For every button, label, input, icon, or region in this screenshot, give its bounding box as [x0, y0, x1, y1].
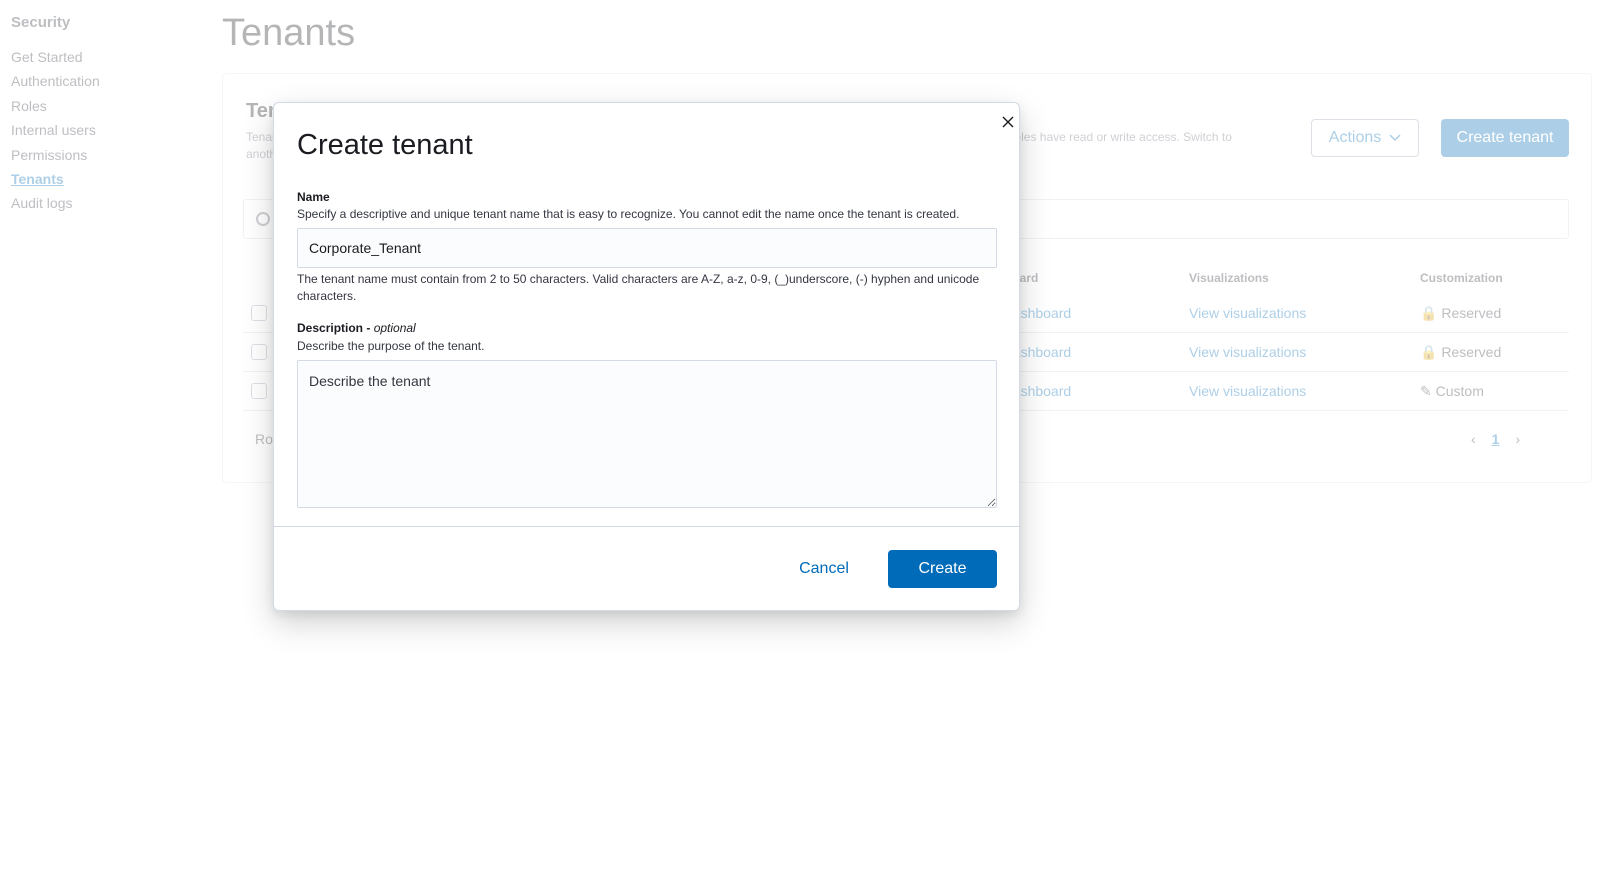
column-header-visualizations[interactable]: Visualizations [1189, 271, 1269, 285]
row-checkbox[interactable] [251, 305, 267, 321]
sidebar-item-authentication[interactable]: Authentication [11, 69, 191, 93]
description-label: Description - optional [297, 321, 416, 335]
create-button[interactable]: Create [888, 550, 997, 588]
tenant-description-textarea[interactable] [297, 360, 997, 508]
column-header-customization[interactable]: Customization [1420, 271, 1503, 285]
create-tenant-button[interactable]: Create tenant [1441, 119, 1569, 157]
description-help-text: Describe the purpose of the tenant. [297, 339, 485, 353]
customization-cell: ✎ Custom [1420, 383, 1484, 400]
sidebar-item-roles[interactable]: Roles [11, 94, 191, 118]
search-icon [256, 212, 270, 226]
page-number[interactable]: 1 [1492, 431, 1500, 447]
sidebar-item-permissions[interactable]: Permissions [11, 143, 191, 167]
view-visualizations-link[interactable]: View visualizations [1189, 305, 1306, 321]
security-sidebar: Security Get Started Authentication Role… [11, 14, 191, 216]
sidebar-item-internal-users[interactable]: Internal users [11, 118, 191, 142]
row-checkbox[interactable] [251, 344, 267, 360]
close-button[interactable] [998, 112, 1018, 132]
name-validation-help: The tenant name must contain from 2 to 5… [297, 272, 980, 303]
modal-title: Create tenant [297, 129, 473, 161]
lock-icon: 🔒 [1420, 305, 1438, 321]
customization-label: Reserved [1441, 344, 1502, 360]
footer-divider [274, 526, 1019, 527]
row-checkbox[interactable] [251, 383, 267, 399]
optional-label: optional [373, 321, 416, 335]
chevron-left-icon[interactable]: ‹ [1471, 431, 1476, 447]
customization-cell: 🔒 Reserved [1420, 344, 1501, 361]
customization-cell: 🔒 Reserved [1420, 305, 1501, 322]
view-visualizations-link[interactable]: View visualizations [1189, 344, 1306, 360]
pagination: ‹ 1 › [1471, 431, 1520, 447]
lock-icon: 🔒 [1420, 344, 1438, 360]
pencil-icon: ✎ [1420, 383, 1432, 399]
customization-label: Custom [1435, 383, 1484, 399]
customization-label: Reserved [1441, 305, 1502, 321]
name-label: Name [297, 190, 330, 204]
rows-per-page-label[interactable]: Ro [255, 431, 273, 447]
tenant-name-input[interactable] [297, 228, 997, 268]
chevron-right-icon[interactable]: › [1515, 431, 1520, 447]
actions-button[interactable]: Actions [1311, 119, 1419, 157]
cancel-button[interactable]: Cancel [786, 550, 862, 588]
sidebar-item-tenants[interactable]: Tenants [11, 167, 191, 191]
actions-label: Actions [1328, 129, 1382, 146]
chevron-down-icon [1389, 134, 1401, 142]
name-help-text: Specify a descriptive and unique tenant … [297, 207, 960, 221]
close-icon [1002, 116, 1014, 128]
create-tenant-modal: Create tenant Name Specify a descriptive… [273, 102, 1020, 611]
view-visualizations-link[interactable]: View visualizations [1189, 383, 1306, 399]
page-title: Tenants [222, 12, 356, 54]
sidebar-item-audit-logs[interactable]: Audit logs [11, 191, 191, 215]
sidebar-title: Security [11, 14, 71, 31]
description-label-text: Description [297, 321, 364, 335]
description-label-separator: - [363, 321, 374, 335]
sidebar-item-get-started[interactable]: Get Started [11, 45, 191, 69]
